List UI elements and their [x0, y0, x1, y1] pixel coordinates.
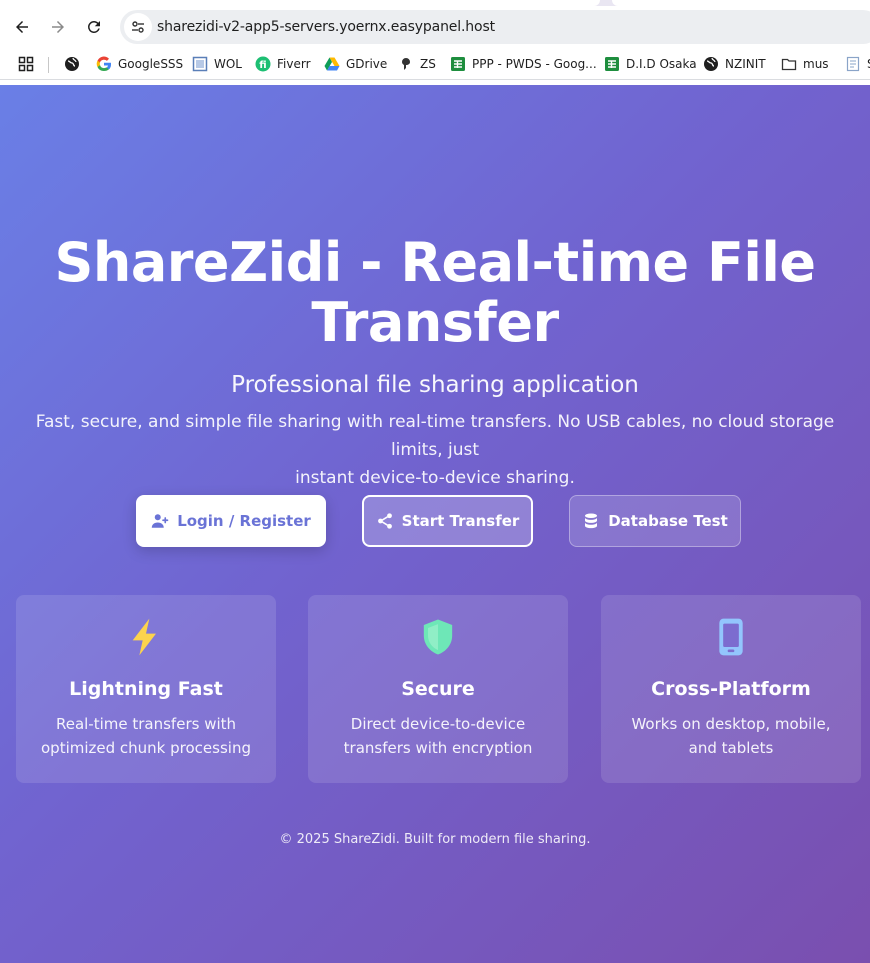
arrow-right-icon	[52, 21, 64, 33]
bookmark-did-osaka[interactable]: D.I.D Osaka	[604, 53, 697, 75]
bookmark-nzinit[interactable]: NZINIT	[703, 53, 766, 75]
user-plus-icon	[151, 514, 169, 528]
title-line-1: ShareZidi - Real-time File	[54, 231, 816, 294]
bookmark-s[interactable]: S	[845, 53, 870, 75]
share-icon	[377, 513, 392, 529]
database-icon	[585, 513, 598, 529]
globe-icon	[64, 56, 80, 72]
feature-description: Real-time transfers with optimized chunk…	[41, 715, 251, 757]
bookmark-label: Fiverr	[277, 57, 311, 71]
bookmark-separator	[48, 57, 49, 73]
bookmark-label: GoogleSSS	[118, 57, 184, 71]
forward-button[interactable]	[43, 12, 73, 42]
bookmark-label: ZS	[420, 57, 436, 71]
google-icon	[96, 56, 112, 72]
url-text[interactable]: sharezidi-v2-app5-servers.yoernx.easypan…	[157, 19, 495, 35]
page-icon	[192, 56, 208, 72]
back-button[interactable]	[7, 12, 37, 42]
doc-icon	[845, 56, 861, 72]
database-test-button[interactable]: Database Test	[569, 495, 741, 547]
start-transfer-label: Start Transfer	[401, 512, 520, 530]
feature-title: Cross-Platform	[651, 678, 811, 700]
bookmark-label: D.I.D Osaka	[626, 57, 697, 71]
zs-icon	[398, 56, 414, 72]
bookmark-label: WOL	[214, 57, 242, 71]
bookmark-label: GDrive	[346, 57, 388, 71]
login-register-label: Login / Register	[177, 512, 311, 530]
bookmark-apps[interactable]	[18, 53, 40, 75]
feature-title: Secure	[401, 678, 475, 700]
bookmark-label: NZINIT	[725, 57, 766, 71]
bookmark-googlesss[interactable]: GoogleSSS	[96, 53, 183, 75]
bookmark-zs[interactable]: ZS	[398, 53, 436, 75]
bookmark-globe[interactable]	[64, 53, 86, 75]
feature-card-secure: Secure Direct device-to-device transfers…	[308, 595, 568, 783]
landing-page: ShareZidi - Real-time File Transfer Prof…	[0, 85, 870, 963]
address-bar[interactable]: sharezidi-v2-app5-servers.yoernx.easypan…	[120, 10, 870, 44]
bookmark-fiverr[interactable]: fi Fiverr	[255, 53, 311, 75]
lightning-icon	[132, 618, 156, 656]
login-register-button[interactable]: Login / Register	[136, 495, 326, 547]
database-test-label: Database Test	[608, 512, 728, 530]
hero-description: Fast, secure, and simple file sharing wi…	[20, 408, 850, 492]
feature-description: Works on desktop, mobile, and tablets	[631, 715, 831, 757]
bookmarks-bar: GoogleSSS WOL fi Fiverr GDrive ZS PPP - …	[0, 48, 870, 80]
folder-icon	[781, 56, 797, 72]
bookmark-ppp[interactable]: PPP - PWDS - Goog...	[450, 53, 597, 75]
sheets-icon	[450, 56, 466, 72]
page-title: ShareZidi - Real-time File Transfer	[0, 233, 870, 353]
browser-toolbar: sharezidi-v2-app5-servers.yoernx.easypan…	[0, 6, 870, 48]
description-line-1: Fast, secure, and simple file sharing wi…	[35, 412, 835, 460]
gdrive-icon	[324, 56, 340, 72]
description-line-2: instant device-to-device sharing.	[295, 468, 575, 488]
site-info-button[interactable]	[124, 13, 152, 41]
bookmark-gdrive[interactable]: GDrive	[324, 53, 387, 75]
reload-button[interactable]	[79, 12, 109, 42]
bookmark-label: mus	[803, 57, 829, 71]
feature-card-cross-platform: Cross-Platform Works on desktop, mobile,…	[601, 595, 861, 783]
hero-subtitle: Professional file sharing application	[231, 372, 639, 398]
title-line-2: Transfer	[311, 291, 559, 354]
start-transfer-button[interactable]: Start Transfer	[362, 495, 533, 547]
arrow-left-icon	[16, 21, 28, 33]
bookmark-mus[interactable]: mus	[781, 53, 829, 75]
reload-icon	[87, 20, 100, 33]
tune-icon	[132, 21, 144, 33]
svg-text:fi: fi	[259, 60, 266, 71]
bookmark-wol[interactable]: WOL	[192, 53, 242, 75]
feature-title: Lightning Fast	[69, 678, 223, 700]
globe-icon	[703, 56, 719, 72]
apps-grid-icon	[18, 56, 34, 72]
bookmark-label: PPP - PWDS - Goog...	[472, 57, 597, 71]
sheets-icon	[604, 56, 620, 72]
footer-copyright: © 2025 ShareZidi. Built for modern file …	[279, 832, 591, 847]
feature-card-lightning-fast: Lightning Fast Real-time transfers with …	[16, 595, 276, 783]
mobile-icon	[719, 618, 743, 656]
shield-icon	[423, 619, 453, 655]
fiverr-icon: fi	[255, 56, 271, 72]
feature-description: Direct device-to-device transfers with e…	[343, 715, 533, 757]
